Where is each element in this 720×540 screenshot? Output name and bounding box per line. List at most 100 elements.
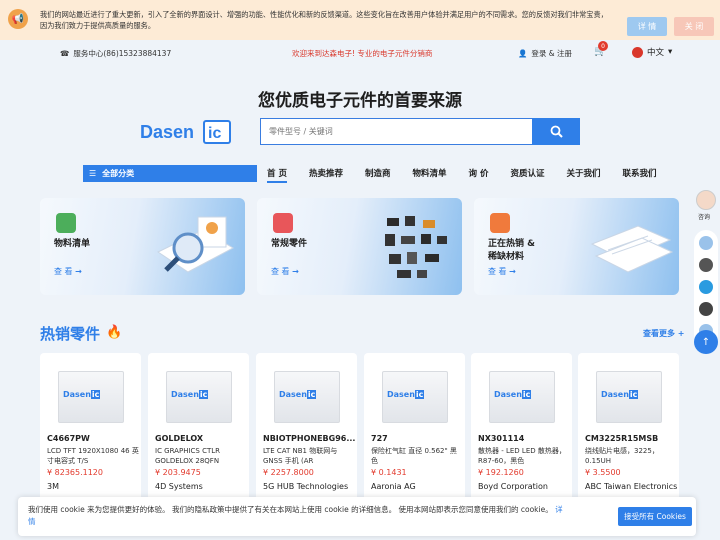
product-part-number[interactable]: CM3225R15MSB (585, 434, 658, 443)
service-phone: 服务中心(86)15323884137 (73, 49, 172, 58)
nav-contact[interactable]: 联系我们 (623, 167, 657, 183)
price-sheets-illustration (590, 225, 674, 273)
product-part-number[interactable]: GOLDELOX (155, 434, 203, 443)
dasenic-logo[interactable]: Dasen ic (140, 116, 234, 146)
nav-bom[interactable]: 物料清单 (413, 167, 447, 183)
product-card[interactable]: Dasenic CM3225R15MSB 绕线贴片电感，3225，0.15UH … (578, 353, 679, 503)
nav-certifications[interactable]: 资质认证 (510, 167, 544, 183)
banner-hot-link[interactable]: 查 看 → (488, 266, 516, 277)
banner-regular-link-label: 查 看 (271, 267, 290, 276)
logo-text: Dasen (140, 122, 194, 142)
notice-close-button[interactable]: 关 闭 (674, 17, 714, 36)
product-description: 绕线贴片电感，3225，0.15UH (585, 447, 659, 465)
hot-parts-title: 热销零件 (40, 325, 101, 343)
menu-icon: ☰ (89, 169, 97, 178)
cart-count-badge: 0 (598, 41, 608, 51)
support-icon[interactable] (699, 258, 713, 272)
consult-label[interactable]: 咨询 (698, 212, 710, 221)
product-description: 保险杠气缸 直径 0.562" 黑色 (371, 447, 457, 465)
skype-icon[interactable] (699, 280, 713, 294)
service-center[interactable]: ☎ 服务中心(86)15323884137 (60, 48, 171, 59)
banner-bom-link[interactable]: 查 看 → (54, 266, 82, 277)
rfq-icon[interactable] (699, 236, 713, 250)
product-image: Dasenic (489, 371, 555, 423)
banner-regular-title: 常规零件 (271, 239, 308, 249)
nav-rfq[interactable]: 询 价 (469, 167, 489, 183)
arrow-right-icon: → (292, 267, 299, 276)
language-selector[interactable]: 中文 ▾ (632, 46, 672, 58)
excel-icon (56, 213, 76, 233)
nav-home[interactable]: 首 页 (267, 167, 287, 183)
product-image: Dasenic (596, 371, 662, 423)
login-register-link[interactable]: 👤 登录 & 注册 (518, 48, 572, 59)
product-manufacturer: 4D Systems (155, 482, 203, 491)
login-label: 登录 & 注册 (531, 49, 572, 58)
wechat-icon[interactable] (699, 302, 713, 316)
nav-about[interactable]: 关于我们 (567, 167, 601, 183)
nav-hot-picks[interactable]: 热卖推荐 (309, 167, 343, 183)
banner-bom-link-label: 查 看 (54, 267, 73, 276)
accept-cookies-button[interactable]: 接受所有 Cookies (618, 507, 692, 526)
back-to-top-button[interactable]: ↑ (694, 330, 718, 354)
cookie-banner: 我们使用 cookie 来为您提供更好的体验。 我们的隐私政策中提供了有关在本网… (18, 497, 696, 536)
product-card[interactable]: Dasenic GOLDELOX IC GRAPHICS CTLR GOLDEL… (148, 353, 249, 503)
banner-hot-title-line1: 正在热销 & (488, 239, 535, 249)
top-bar: ☎ 服务中心(86)15323884137 欢迎来到达森电子! 专业的电子元件分… (0, 40, 720, 66)
product-part-number[interactable]: 727 (371, 434, 388, 443)
banner-hot-title: 正在热销 & 稀缺材料 (488, 238, 535, 264)
product-card[interactable]: Dasenic NBIOTPHONEBG96... LTE CAT NB1 物联… (256, 353, 357, 503)
notice-message: 我们的网站最近进行了重大更新，引入了全新的界面设计、增强的功能、性能优化和新的反… (40, 10, 608, 30)
product-image: Dasenic (274, 371, 340, 423)
product-part-number[interactable]: NX301114 (478, 434, 524, 443)
product-image: Dasenic (382, 371, 448, 423)
search-icon (550, 125, 563, 138)
view-more-link[interactable]: 查看更多 + (643, 328, 685, 339)
product-description: IC GRAPHICS CTLR GOLDELOX 28QFN (155, 447, 221, 465)
banner-bom-title: 物料清单 (54, 239, 91, 249)
product-card[interactable]: Dasenic NX301114 散热器 - LED LED 散热器，R87-6… (471, 353, 572, 503)
search-input[interactable] (260, 118, 532, 145)
update-notice: 📢 我们的网站最近进行了重大更新，引入了全新的界面设计、增强的功能、性能优化和新… (0, 0, 720, 40)
product-part-number[interactable]: NBIOTPHONEBG96... (263, 434, 355, 443)
phone-icon: ☎ (60, 49, 70, 58)
product-manufacturer: ABC Taiwan Electronics (585, 482, 678, 491)
components-illustration (385, 216, 447, 278)
cookie-text: 我们使用 cookie 来为您提供更好的体验。 我们的隐私政策中提供了有关在本网… (28, 505, 553, 514)
fire-icon: 🔥 (106, 325, 123, 340)
page-headline: 您优质电子元件的首要来源 (258, 91, 462, 111)
product-price: ¥ 192.1260 (478, 468, 524, 477)
search-button[interactable] (532, 118, 580, 145)
product-card[interactable]: Dasenic C4667PW LCD TFT 1920X1080 46 英寸电… (40, 353, 141, 503)
banner-hot-scarce[interactable]: 正在热销 & 稀缺材料 查 看 → (474, 198, 679, 295)
product-image: Dasenic (58, 371, 124, 423)
product-image: Dasenic (166, 371, 232, 423)
product-description: LCD TFT 1920X1080 46 英寸电容式 T/S (47, 447, 139, 465)
side-tools (694, 230, 718, 346)
consultant-avatar[interactable] (696, 190, 716, 210)
banner-regular-parts[interactable]: 常规零件 查 看 → (257, 198, 462, 295)
cube-icon (273, 213, 293, 233)
cookie-text-block: 我们使用 cookie 来为您提供更好的体验。 我们的隐私政策中提供了有关在本网… (28, 504, 568, 528)
notice-details-button[interactable]: 详 情 (627, 17, 667, 36)
product-price: ¥ 203.9475 (155, 468, 201, 477)
arrow-right-icon: → (75, 267, 82, 276)
product-part-number[interactable]: C4667PW (47, 434, 90, 443)
product-description: 散热器 - LED LED 散热器，R87-60，黑色 (478, 447, 566, 465)
megaphone-icon: 📢 (8, 9, 28, 29)
product-description: LTE CAT NB1 物联网与 GNSS 手机 (AR (263, 447, 338, 465)
welcome-text: 欢迎来到达森电子! 专业的电子元件分销商 (292, 49, 433, 58)
nav-manufacturers[interactable]: 制造商 (365, 167, 391, 183)
product-manufacturer: 5G HUB Technologies (263, 482, 349, 491)
product-manufacturer: Aaronia AG (371, 482, 416, 491)
banner-regular-link[interactable]: 查 看 → (271, 266, 299, 277)
banner-hot-link-label: 查 看 (488, 267, 507, 276)
product-card[interactable]: Dasenic 727 保险杠气缸 直径 0.562" 黑色 ¥ 0.1431 … (364, 353, 465, 503)
banner-bom[interactable]: 物料清单 查 看 → (40, 198, 245, 295)
dollar-icon (490, 213, 510, 233)
product-manufacturer: Boyd Corporation (478, 482, 548, 491)
product-price: ¥ 82365.1120 (47, 468, 103, 477)
user-icon: 👤 (518, 49, 528, 58)
all-categories-button[interactable]: ☰ 全部分类 (83, 165, 257, 182)
china-flag-icon (632, 46, 643, 58)
banner-hot-title-line2: 稀缺材料 (488, 252, 525, 262)
